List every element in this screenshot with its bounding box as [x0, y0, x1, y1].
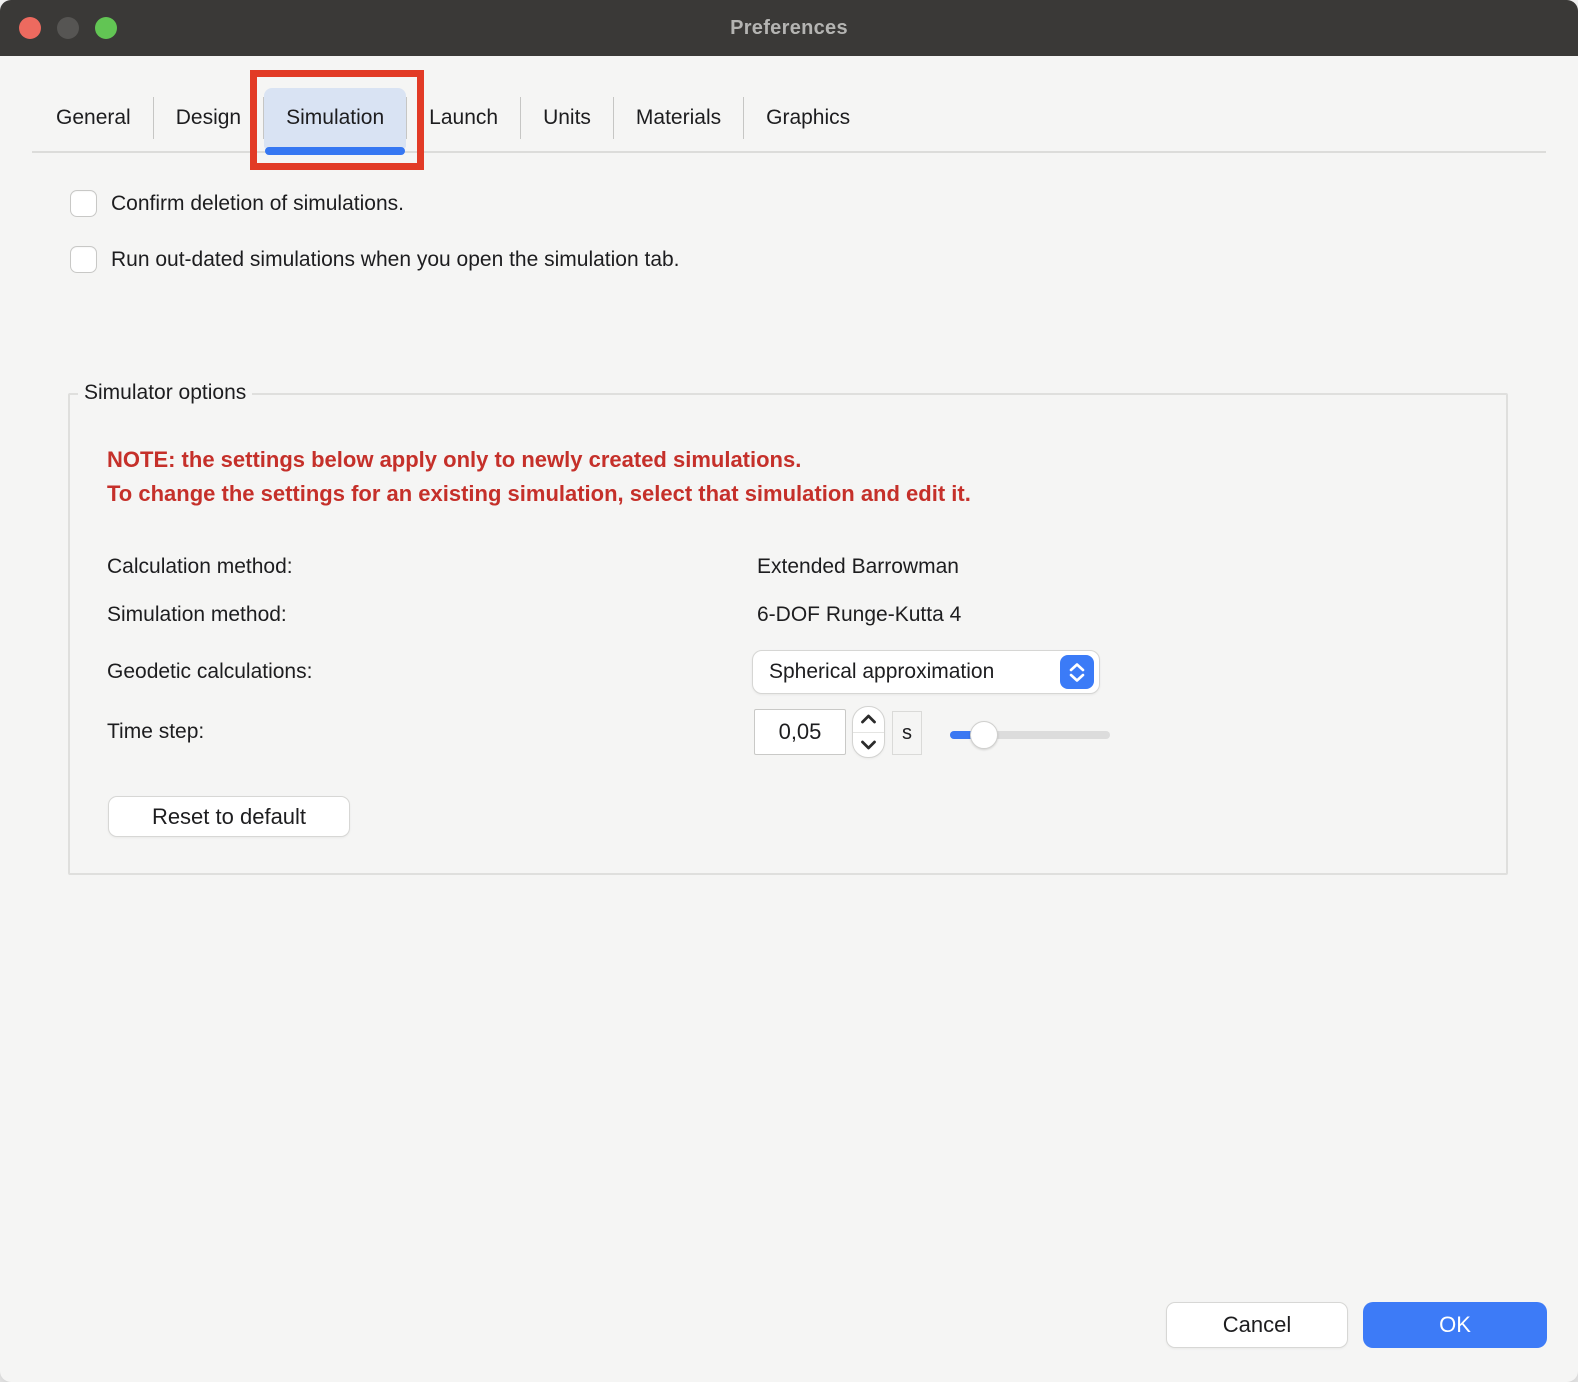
calculation-method-label: Calculation method:	[107, 555, 293, 579]
calculation-method-value: Extended Barrowman	[757, 555, 959, 579]
time-step-spinner[interactable]	[852, 706, 885, 758]
tab-bar-divider	[32, 151, 1546, 153]
reset-to-default-button[interactable]: Reset to default	[108, 796, 350, 837]
tab-simulation[interactable]: Simulation	[264, 88, 406, 148]
tab-materials[interactable]: Materials	[614, 88, 743, 148]
confirm-deletion-checkbox[interactable]	[70, 190, 97, 217]
time-step-input[interactable]	[754, 709, 846, 755]
title-bar: Preferences	[0, 0, 1578, 56]
spinner-down-icon[interactable]	[853, 733, 884, 758]
ok-button[interactable]: OK	[1363, 1302, 1547, 1348]
tab-launch[interactable]: Launch	[407, 88, 520, 148]
tab-bar: General Design Simulation Launch Units M…	[34, 88, 872, 148]
time-step-label: Time step:	[107, 720, 204, 744]
cancel-button[interactable]: Cancel	[1166, 1302, 1348, 1348]
run-outdated-checkbox[interactable]	[70, 246, 97, 273]
note-text: NOTE: the settings below apply only to n…	[107, 443, 971, 511]
spinner-up-icon[interactable]	[853, 707, 884, 733]
window-title: Preferences	[730, 17, 848, 40]
geodetic-calculations-select[interactable]: Spherical approximation	[752, 650, 1100, 694]
confirm-deletion-label: Confirm deletion of simulations.	[111, 192, 404, 216]
minimize-button-icon[interactable]	[57, 17, 79, 39]
slider-thumb[interactable]	[970, 721, 998, 749]
zoom-button-icon[interactable]	[95, 17, 117, 39]
note-line-2: To change the settings for an existing s…	[107, 477, 971, 511]
time-step-slider[interactable]	[950, 720, 1110, 750]
tab-graphics[interactable]: Graphics	[744, 88, 872, 148]
run-outdated-row: Run out-dated simulations when you open …	[70, 246, 680, 273]
simulation-method-label: Simulation method:	[107, 603, 287, 627]
geodetic-selected-option: Spherical approximation	[769, 660, 994, 684]
run-outdated-label: Run out-dated simulations when you open …	[111, 248, 680, 272]
preferences-window: Preferences General Design Simulation La…	[0, 0, 1578, 1382]
time-step-unit[interactable]: s	[892, 711, 922, 755]
simulator-options-group: Simulator options NOTE: the settings bel…	[68, 393, 1508, 875]
tab-general[interactable]: General	[34, 88, 153, 148]
traffic-lights	[19, 17, 117, 39]
note-line-1: NOTE: the settings below apply only to n…	[107, 443, 971, 477]
popup-chevrons-icon	[1060, 655, 1094, 689]
selected-tab-underline	[265, 147, 405, 155]
group-title: Simulator options	[78, 381, 252, 405]
close-button-icon[interactable]	[19, 17, 41, 39]
confirm-deletion-row: Confirm deletion of simulations.	[70, 190, 404, 217]
simulation-method-value: 6-DOF Runge-Kutta 4	[757, 603, 961, 627]
tab-simulation-label: Simulation	[286, 106, 384, 130]
tab-design[interactable]: Design	[154, 88, 263, 148]
geodetic-calculations-label: Geodetic calculations:	[107, 660, 312, 684]
tab-units[interactable]: Units	[521, 88, 613, 148]
